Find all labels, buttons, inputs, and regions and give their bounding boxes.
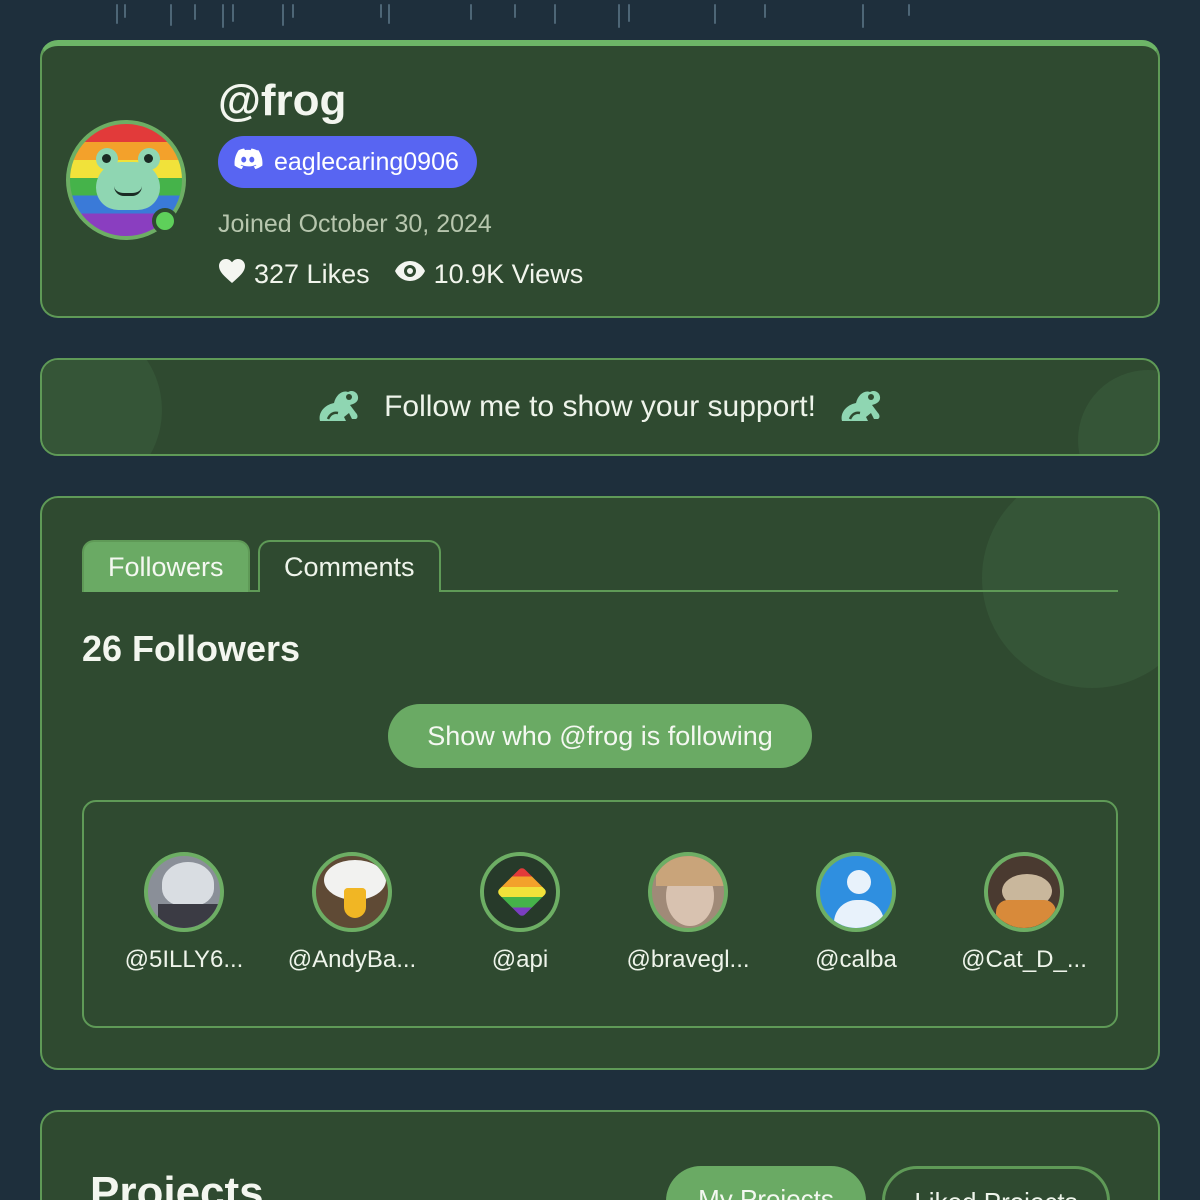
follower-name: @Cat_D_... [961,946,1087,973]
eye-icon [394,259,426,290]
follower-name: @api [491,946,549,973]
follower-item[interactable]: @calba [772,852,940,974]
profile-avatar[interactable] [66,120,186,240]
follower-item[interactable]: @api [436,852,604,974]
likes-count: 327 Likes [254,259,370,289]
tab-comments[interactable]: Comments [258,540,441,592]
social-tabs: Followers Comments [82,540,1118,592]
follower-name: @AndyBa... [287,946,417,973]
discord-icon [234,147,264,178]
followers-count-heading: 26 Followers [82,628,301,669]
tab-followers[interactable]: Followers [82,540,250,592]
views-count: 10.9K Views [433,259,584,289]
projects-card: Projects My Projects Liked Projects [40,1110,1160,1200]
follower-list: @5ILLY6... @AndyBa... @api @bravegl... @… [82,800,1118,1028]
follower-avatar [648,852,728,932]
rain-decoration [0,0,1200,40]
follower-avatar [144,852,224,932]
follower-avatar [480,852,560,932]
follower-name: @bravegl... [626,946,750,973]
profile-stats: 327 Likes 10.9K Views [218,258,583,291]
support-text: Follow me to show your support! [384,390,816,423]
frog-icon [838,387,884,428]
tab-my-projects[interactable]: My Projects [666,1166,866,1200]
tab-liked-projects[interactable]: Liked Projects [882,1166,1110,1200]
follower-item[interactable]: @AndyBa... [268,852,436,974]
follower-item[interactable]: @bravegl... [604,852,772,974]
follower-item[interactable]: @5ILLY6... [100,852,268,974]
discord-handle: eaglecaring0906 [274,147,459,176]
likes-stat: 327 Likes [218,258,370,291]
discord-badge[interactable]: eaglecaring0906 [218,136,477,188]
heart-icon [218,258,246,291]
profile-card: @frog eaglecaring0906 Joined October 30,… [40,40,1160,318]
profile-username: @frog [218,76,347,125]
follower-name: @calba [815,946,897,973]
followers-card: Followers Comments 26 Followers Show who… [40,496,1160,1070]
follower-item[interactable]: @Cat_D_... [940,852,1108,974]
online-status-dot [152,208,178,234]
show-following-button[interactable]: Show who @frog is following [388,704,812,768]
projects-title: Projects [90,1168,264,1200]
frog-icon [316,387,362,428]
follower-avatar [312,852,392,932]
follower-name: @5ILLY6... [124,946,244,973]
joined-date: Joined October 30, 2024 [218,210,492,238]
follower-avatar [984,852,1064,932]
follower-avatar [816,852,896,932]
support-banner: Follow me to show your support! [40,358,1160,456]
views-stat: 10.9K Views [394,259,584,290]
